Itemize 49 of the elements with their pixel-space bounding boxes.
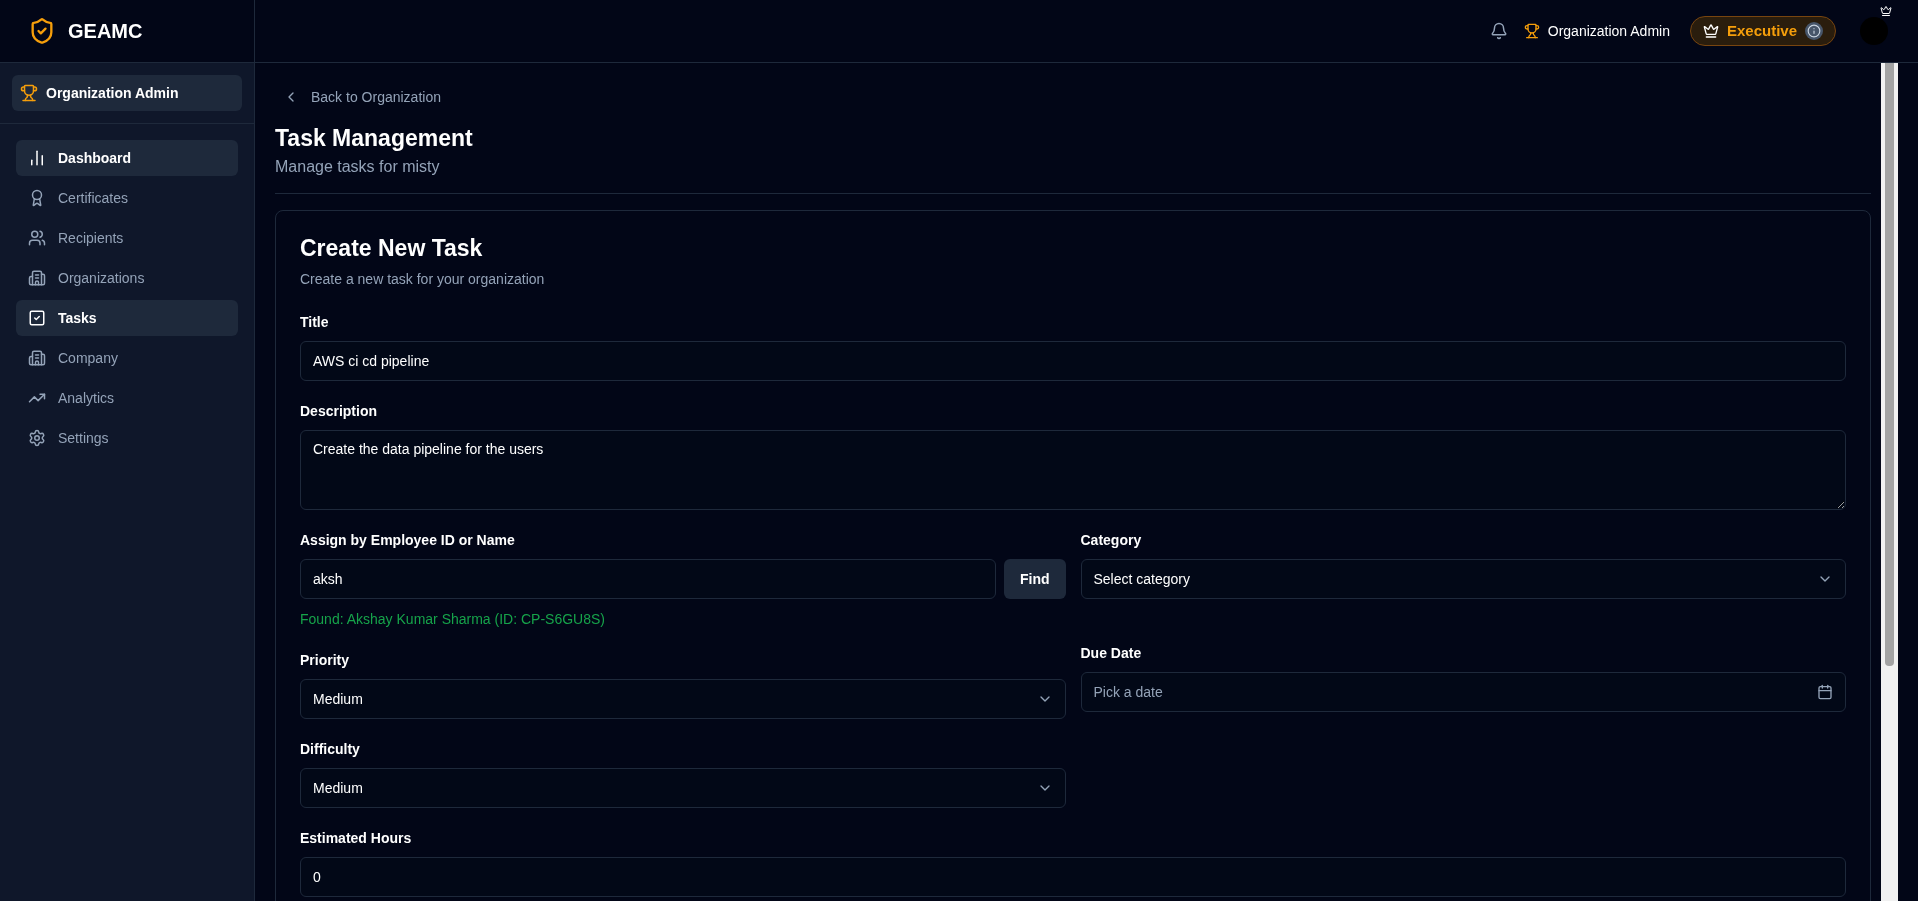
card-title: Create New Task [300,233,484,263]
category-select[interactable]: Select category [1080,559,1846,600]
hours-input[interactable]: 0 [300,857,1846,898]
settings-icon [28,429,46,447]
sidebar-item[interactable]: Analytics [16,380,238,416]
building-icon [28,269,46,287]
trophy-icon [1523,23,1540,39]
description-input[interactable]: Create the data pipeline for the users [300,430,1846,511]
field-label: Title [300,313,330,333]
people-icon [28,229,46,247]
scrollbar[interactable] [1881,63,1898,901]
info-icon[interactable] [1805,22,1823,40]
page-subtitle: Manage tasks for misty [275,156,441,177]
field-label: Assign by Employee ID or Name [300,531,516,551]
sidebar-item[interactable]: Certificates [16,180,238,216]
find-button[interactable]: Find [1003,559,1066,600]
sidebar-item[interactable]: Recipients [16,220,238,256]
title-input[interactable]: AWS ci cd pipeline [300,341,1846,382]
field-label: Description [300,402,378,422]
field-label: Priority [300,651,350,671]
tier-label: Executive [1726,20,1797,41]
checkbox-icon [28,309,46,327]
back-link[interactable]: Back to Organization [283,85,441,109]
calendar-icon [1817,684,1833,701]
page-title: Task Management [275,124,474,153]
card-subtitle: Create a new task for your organization [300,270,546,290]
crown-icon [1880,5,1892,17]
field-label: Estimated Hours [300,829,413,849]
building-icon [28,349,46,367]
brand-name: GEAMC [68,19,143,44]
sidebar-item[interactable]: Organizations [16,260,238,296]
bar-chart-icon [28,149,46,167]
sidebar-item[interactable]: Tasks [16,300,238,336]
notification-bell-icon[interactable] [1489,22,1508,40]
search-result: Found: Akshay Kumar Sharma (ID: CP-S6GU8S) [300,610,606,630]
field-label: Category [1080,531,1143,551]
trophy-icon [20,84,38,102]
crown-icon [1702,23,1719,39]
priority-select[interactable]: Medium [300,679,1066,720]
field-label: Due Date [1080,644,1143,664]
difficulty-select[interactable]: Medium [300,768,1066,809]
field-label: Difficulty [300,740,361,760]
sidebar-item[interactable]: Dashboard [16,140,238,176]
employee-search-input[interactable]: aksh [300,559,996,600]
sidebar-item[interactable]: Company [16,340,238,376]
role-label: Organization Admin [1547,21,1670,41]
sidebar-item[interactable]: Settings [16,420,238,456]
date-picker[interactable]: Pick a date [1080,672,1846,713]
role-label: Organization Admin [46,83,179,103]
